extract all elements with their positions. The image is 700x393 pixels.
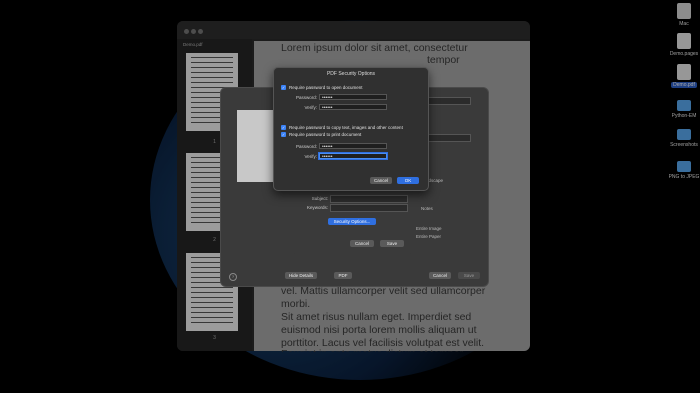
export-option-label: Notes [421,206,433,211]
print-password-label: Require password to print document [289,132,362,137]
dialog-title: PDF Security Options [326,71,376,77]
keywords-field[interactable] [330,204,408,212]
help-icon[interactable]: ? [229,273,237,281]
verify-label: Verify: [304,105,317,110]
verify-label: Verify: [304,154,317,159]
subject-field[interactable] [330,195,408,203]
keywords-label: Keywords: [306,205,328,210]
pdf-menu-button[interactable]: PDF [334,272,352,279]
dialog-cancel-button[interactable]: Cancel [370,177,392,184]
save-panel-save-button[interactable]: Save [380,240,404,247]
password-label: Password: [295,95,317,100]
copy-password-checkbox[interactable]: ✓ [281,125,286,130]
export-option-label: Entire Image [416,226,442,231]
permissions-verify-input[interactable]: •••••• [319,153,387,160]
open-verify-input[interactable]: •••••• [319,104,387,111]
password-label: Password: [295,144,317,149]
open-password-input[interactable]: •••••• [319,94,387,101]
export-option-label: Entire Paper [416,234,442,239]
open-password-checkbox[interactable]: ✓ [281,85,286,90]
save-options-panel: Subject: Keywords: Security Options... C… [292,188,413,254]
permissions-password-input[interactable]: •••••• [319,143,387,150]
pdf-security-dialog: PDF Security Options ✓ Require password … [273,67,429,191]
hide-details-button[interactable]: Hide Details [285,272,317,279]
print-password-checkbox[interactable]: ✓ [281,132,286,137]
open-password-label: Require password to open document [289,85,363,90]
subject-label: Subject: [311,196,328,201]
export-save-button[interactable]: Save [458,272,480,279]
security-options-button[interactable]: Security Options... [328,218,376,225]
dialog-ok-button[interactable]: OK [397,177,419,184]
save-panel-cancel-button[interactable]: Cancel [350,240,374,247]
copy-password-label: Require password to copy text, images an… [289,125,403,130]
export-cancel-button[interactable]: Cancel [429,272,451,279]
